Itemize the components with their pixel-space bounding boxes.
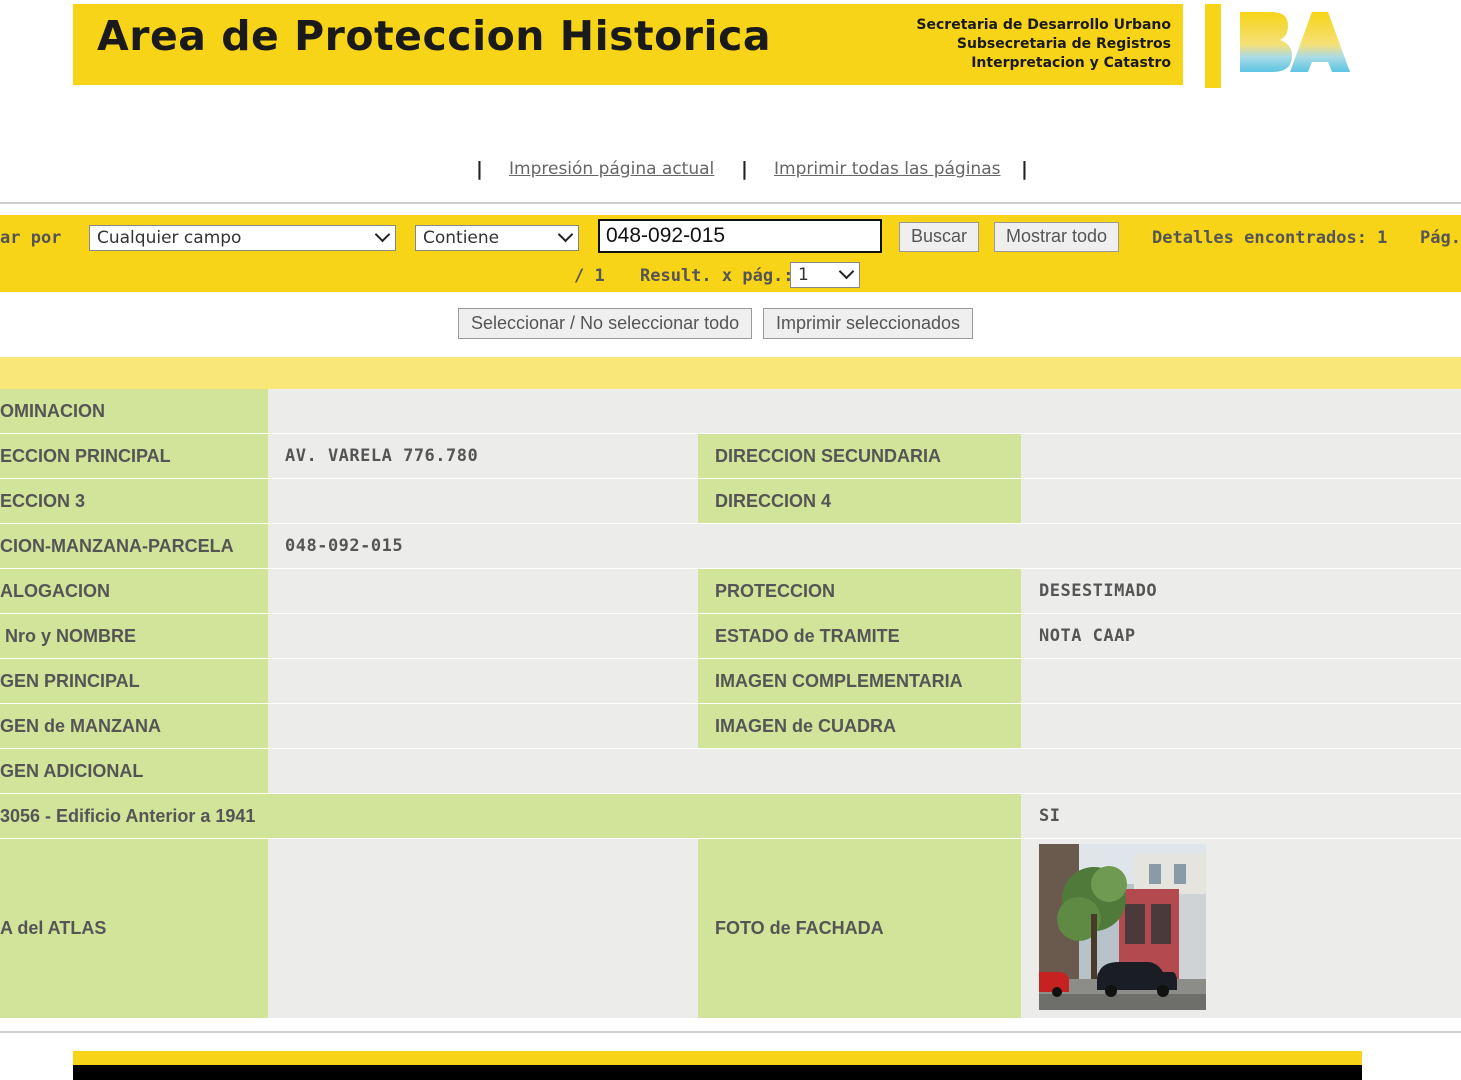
seccion-manzana-parcela-value: 048-092-015 [268,524,1461,568]
divider [0,1031,1461,1033]
print-all-pages-link[interactable]: Imprimir todas las páginas [774,159,1000,179]
footer-yellow-band [73,1051,1362,1065]
seccion-manzana-parcela-label: CION-MANZANA-PARCELA [0,524,268,568]
denominacion-value [268,389,1461,433]
edificio-anterior-1941-value: SI [1021,794,1461,838]
page-label: Pág. [1420,228,1461,248]
direccion-4-label: DIRECCION 4 [698,479,1021,523]
page-title: Area de Proteccion Historica [97,12,772,60]
estado-tramite-label: ESTADO de TRAMITE [698,614,1021,658]
imagen-adicional-value [268,749,1461,793]
chevron-down-icon [374,226,391,243]
direccion-secundaria-value [1021,434,1461,478]
imagen-cuadra-value [1021,704,1461,748]
ficha-atlas-value [268,839,698,1018]
footer-black-band [73,1065,1362,1080]
imagen-manzana-value [268,704,698,748]
search-input[interactable] [598,219,882,253]
separator: | [1021,158,1028,180]
imagen-principal-label: GEN PRINCIPAL [0,659,268,703]
facade-photo[interactable] [1039,844,1206,1010]
imagen-principal-value [268,659,698,703]
catalogacion-label: ALOGACION [0,569,268,613]
results-per-page-value: 1 [798,265,809,285]
estado-tramite-value: NOTA CAAP [1021,614,1461,658]
separator: | [741,158,748,180]
details-found-count: Detalles encontrados: 1 [1152,228,1388,248]
logo-text: BA [1238,10,1240,11]
proteccion-label: PROTECCION [698,569,1021,613]
org-line-1: Secretaria de Desarrollo Urbano [916,17,1171,33]
organization-info: Secretaria de Desarrollo Urbano Subsecre… [916,16,1171,73]
ba-logo: BA [1238,10,1350,72]
show-all-button[interactable]: Mostrar todo [994,222,1120,252]
select-all-button[interactable]: Seleccionar / No seleccionar todo [458,308,753,339]
direccion-3-label: ECCION 3 [0,479,268,523]
ficha-atlas-label: A del ATLAS [0,839,268,1018]
direccion-3-value [268,479,698,523]
search-bar: ar por Cualquier campo Contiene Buscar M… [0,215,1461,292]
print-current-page-link[interactable]: Impresión página actual [509,159,714,179]
direccion-principal-label: ECCION PRINCIPAL [0,434,268,478]
search-field-select[interactable]: Cualquier campo [89,225,396,251]
search-button[interactable]: Buscar [899,222,980,252]
imagen-adicional-label: GEN ADICIONAL [0,749,268,793]
direccion-4-value [1021,479,1461,523]
chevron-down-icon [838,263,855,280]
direccion-principal-value: AV. VARELA 776.780 [268,434,698,478]
org-line-3: Interpretacion y Catastro [971,55,1171,71]
org-line-2: Subsecretaria de Registros [956,36,1171,52]
chevron-down-icon [557,226,574,243]
header-banner: Area de Proteccion Historica Secretaria … [73,4,1183,85]
edificio-anterior-1941-label: 3056 - Edificio Anterior a 1941 [0,794,1021,838]
search-operator-value: Contiene [423,228,500,248]
imagen-manzana-label: GEN de MANZANA [0,704,268,748]
imagen-complementaria-label: IMAGEN COMPLEMENTARIA [698,659,1021,703]
catalogacion-value [268,569,698,613]
page-total: / 1 [574,266,605,286]
record-header-strip [0,357,1461,389]
denominacion-label: OMINACION [0,389,268,433]
proteccion-value: DESESTIMADO [1021,569,1461,613]
search-operator-select[interactable]: Contiene [415,225,579,251]
print-links-bar: | Impresión página actual | Imprimir tod… [0,156,1461,184]
direccion-secundaria-label: DIRECCION SECUNDARIA [698,434,1021,478]
results-per-page-label: Result. x pág.: [640,266,794,286]
separator: | [476,158,483,180]
header-divider-bar [1205,4,1221,88]
search-by-label: ar por [0,228,62,248]
print-selected-button[interactable]: Imprimir seleccionados [763,308,974,339]
imagen-complementaria-value [1021,659,1461,703]
nro-nombre-label: Nro y NOMBRE [0,614,268,658]
nro-nombre-value [268,614,698,658]
foto-fachada-label: FOTO de FACHADA [698,839,1021,1018]
divider [0,202,1461,204]
imagen-cuadra-label: IMAGEN de CUADRA [698,704,1021,748]
search-field-value: Cualquier campo [97,228,242,248]
results-per-page-select[interactable]: 1 [790,262,860,288]
